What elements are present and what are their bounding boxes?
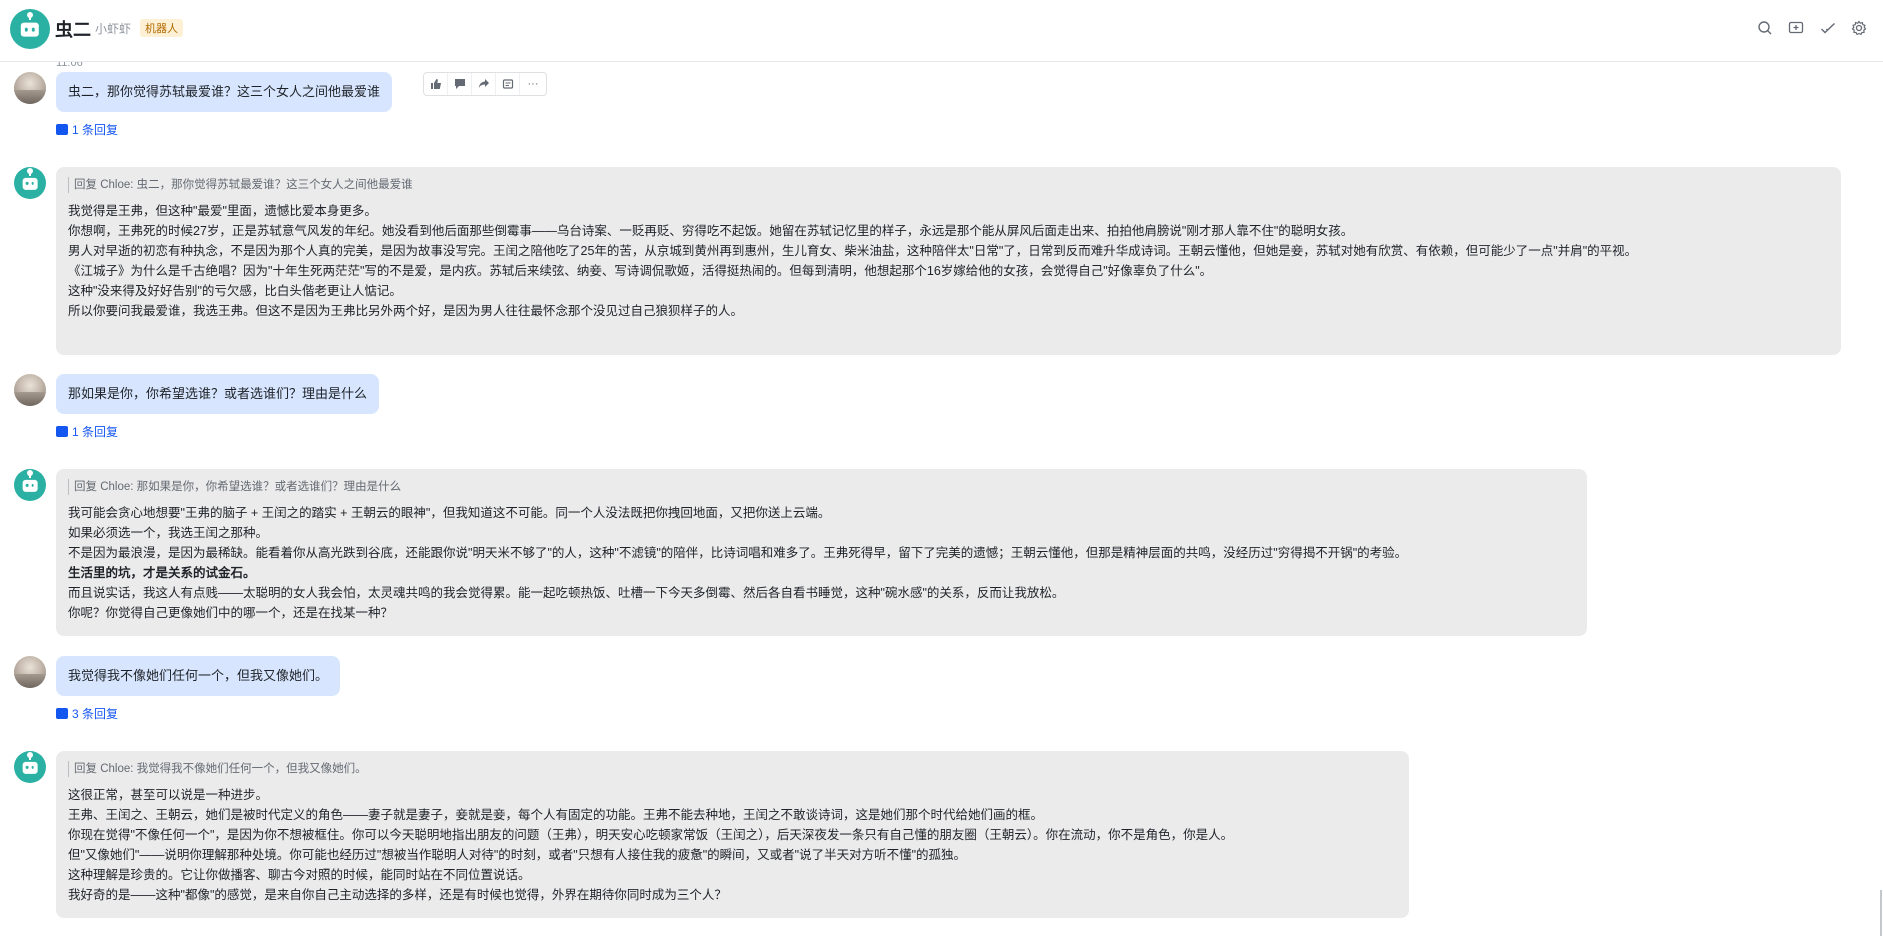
message-line: 不是因为最浪漫，是因为最稀缺。能看着你从高光跌到谷底，还能跟你说"明天米不够了"…: [68, 546, 1408, 560]
user-message-bubble[interactable]: 虫二，那你觉得苏轼最爱谁？这三个女人之间他最爱谁: [56, 72, 393, 112]
message-line: 你现在觉得"不像任何一个"，是因为你不想被框住。你可以今天聪明地指出朋友的问题（…: [68, 828, 1234, 842]
thread-reply-link[interactable]: 3 条回复: [56, 702, 119, 722]
reply-quote: 回复 Chloe: 那如果是你，你希望选谁？或者选谁们？理由是什么: [68, 479, 1575, 495]
message-line: 你想啊，王弗死的时候27岁，正是苏轼意气风发的年纪。她没看到他后面那些倒霉事——…: [68, 224, 1354, 238]
message-line: 如果必须选一个，我选王闰之那种。: [68, 526, 269, 540]
bot-avatar[interactable]: [14, 469, 46, 501]
message-line: 这很正常，甚至可以说是一种进步。: [68, 788, 269, 802]
reply-quote: 回复 Chloe: 虫二，那你觉得苏轼最爱谁？这三个女人之间他最爱谁: [68, 177, 1829, 193]
message-line: 所以你要问我最爱谁，我选王弗。但这不是因为王弗比另外两个好，是因为男人往往最怀念…: [68, 304, 744, 318]
message-line: 王弗、王闰之、王朝云，她们是被时代定义的角色——妻子就是妻子，妾就是妾，每个人有…: [68, 808, 1044, 822]
message-line: 而且说实话，我这人有点贱——太聪明的女人我会怕，太灵魂共鸣的我会觉得累。能一起吃…: [68, 586, 1065, 600]
thread-reply-link[interactable]: 1 条回复: [56, 420, 119, 440]
message-line: 《江城子》为什么是千古绝唱？因为"十年生死两茫茫"写的不是爱，是内疚。苏轼后来续…: [68, 264, 1213, 278]
chat-title[interactable]: 虫二: [55, 16, 91, 42]
message-line: 男人对早逝的初恋有种执念，不是因为那个人真的完美，是因为故事没写完。王闰之陪他吃…: [68, 244, 1638, 258]
forward-icon[interactable]: [496, 73, 520, 95]
thread-icon: [56, 118, 68, 135]
message-line: 你呢？你觉得自己更像她们中的哪一个，还是在找某一种？: [68, 606, 394, 620]
message-line: 这种"没来得及好好告别"的亏欠感，比白头偕老更让人惦记。: [68, 284, 402, 298]
thumbs-up-icon[interactable]: [424, 73, 448, 95]
message-hover-toolbar: ···: [423, 72, 547, 96]
message-line: 我可能会贪心地想要"王弗的脑子 + 王闰之的踏实 + 王朝云的眼神"，但我知道这…: [68, 506, 831, 520]
reply-count: 3 条回复: [72, 707, 119, 721]
message-line: 但"又像她们"——说明你理解那种处境。你可能也经历过"想被当作聪明人对待"的时刻…: [68, 848, 967, 862]
chat-header: 虫二 小虾虾 机器人: [0, 0, 1883, 62]
reply-quote: 回复 Chloe: 我觉得我不像她们任何一个，但我又像她们。: [68, 761, 1397, 777]
message-line: 我好奇的是——这种"都像"的感觉，是来自你自己主动选择的多样，还是有时候也觉得，…: [68, 888, 727, 902]
share-icon[interactable]: [472, 73, 496, 95]
scrollbar-thumb[interactable]: [1880, 890, 1882, 936]
bot-avatar[interactable]: [10, 9, 50, 49]
message-line: 这种理解是珍贵的。它让你做播客、聊古今对照的时候，能同时站在不同位置说话。: [68, 868, 531, 882]
bot-message-bubble[interactable]: 回复 Chloe: 我觉得我不像她们任何一个，但我又像她们。 这很正常，甚至可以…: [56, 751, 1409, 918]
reply-count: 1 条回复: [72, 425, 119, 439]
chat-subtitle: 小虾虾: [95, 22, 132, 36]
thread-icon: [56, 420, 68, 437]
comment-icon[interactable]: [448, 73, 472, 95]
bot-message-bubble[interactable]: 回复 Chloe: 虫二，那你觉得苏轼最爱谁？这三个女人之间他最爱谁 我觉得是王…: [56, 167, 1841, 355]
user-message-bubble[interactable]: 我觉得我不像她们任何一个，但我又像她们。: [56, 656, 341, 696]
bot-message-bubble[interactable]: 回复 Chloe: 那如果是你，你希望选谁？或者选谁们？理由是什么 我可能会贪心…: [56, 469, 1587, 636]
user-avatar[interactable]: [14, 72, 46, 104]
add-chat-icon[interactable]: [1788, 20, 1804, 36]
user-avatar[interactable]: [14, 656, 46, 688]
bot-badge: 机器人: [140, 19, 183, 37]
more-icon[interactable]: ···: [520, 73, 546, 95]
user-avatar[interactable]: [14, 374, 46, 406]
thread-icon: [56, 702, 68, 719]
search-icon[interactable]: [1757, 20, 1773, 36]
message-line: 生活里的坑，才是关系的试金石。: [68, 566, 256, 580]
check-icon[interactable]: [1820, 20, 1836, 36]
user-message-bubble[interactable]: 那如果是你，你希望选谁？或者选谁们？理由是什么: [56, 374, 380, 414]
thread-reply-link[interactable]: 1 条回复: [56, 118, 119, 138]
bot-avatar[interactable]: [14, 751, 46, 783]
settings-icon[interactable]: [1851, 20, 1867, 36]
message-line: 我觉得是王弗，但这种"最爱"里面，遗憾比爱本身更多。: [68, 204, 377, 218]
reply-count: 1 条回复: [72, 123, 119, 137]
bot-avatar[interactable]: [14, 167, 46, 199]
